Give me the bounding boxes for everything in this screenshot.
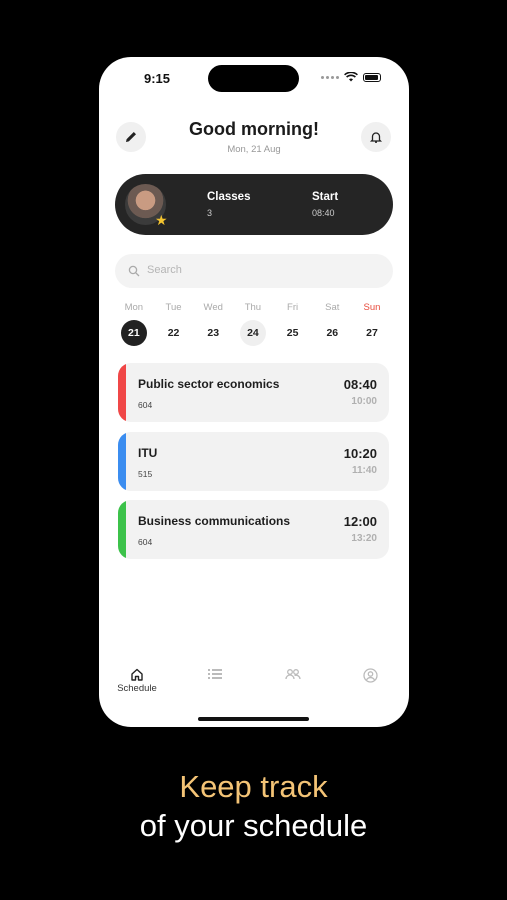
class-end-time: 13:20 xyxy=(351,533,377,544)
classes-count: 3 xyxy=(207,208,213,218)
day-name: Thu xyxy=(244,302,262,313)
day-name: Wed xyxy=(203,302,223,313)
day-number: 23 xyxy=(207,327,220,339)
day-number: 27 xyxy=(366,327,378,339)
people-icon xyxy=(285,669,301,680)
tab-schedule[interactable]: Schedule xyxy=(107,668,167,694)
notifications-button[interactable] xyxy=(361,122,391,152)
profile-icon xyxy=(362,668,378,683)
summary-card[interactable]: ★ Classes 3 Start 08:40 xyxy=(115,174,393,235)
class-title: ITU xyxy=(138,446,158,460)
day-number: 25 xyxy=(286,327,299,339)
class-room: 515 xyxy=(138,469,153,479)
home-indicator xyxy=(198,717,309,721)
day-number: 24 xyxy=(239,320,266,346)
class-color-bar xyxy=(118,363,126,422)
home-icon xyxy=(131,668,143,681)
class-card[interactable]: Public sector economics 604 08:40 10:00 xyxy=(118,363,389,422)
phone-screen: 9:15 Good morning! Mon, 21 Aug ★ Classes… xyxy=(99,57,409,727)
day-tue[interactable]: Tue 22 xyxy=(154,302,194,346)
class-end-time: 10:00 xyxy=(351,396,377,407)
bell-icon xyxy=(369,132,383,143)
class-start-time: 10:20 xyxy=(343,446,377,461)
class-title: Business communications xyxy=(138,514,291,528)
tab-list[interactable] xyxy=(185,668,245,680)
day-name: Mon xyxy=(124,302,144,313)
class-color-bar xyxy=(118,500,126,559)
status-icons xyxy=(321,72,381,82)
day-name: Sun xyxy=(363,302,381,313)
week-strip: Mon 21 Tue 22 Wed 23 Thu 24 Fri 25 Sat 26 Sun 2… xyxy=(114,302,402,346)
day-mon[interactable]: Mon 21 xyxy=(114,302,154,346)
day-wed[interactable]: Wed 23 xyxy=(193,302,233,346)
day-name: Sat xyxy=(325,302,340,313)
day-name: Fri xyxy=(287,302,299,313)
list-icon xyxy=(208,669,222,679)
day-number: 21 xyxy=(120,320,147,346)
class-card[interactable]: ITU 515 10:20 11:40 xyxy=(118,432,389,491)
current-date: Mon, 21 Aug xyxy=(227,144,281,155)
tab-people[interactable] xyxy=(263,668,323,680)
class-start-time: 12:00 xyxy=(343,514,377,529)
class-color-bar xyxy=(118,432,126,491)
day-thu[interactable]: Thu 24 xyxy=(233,302,273,346)
search-icon xyxy=(128,265,140,277)
signal-icon xyxy=(321,75,339,79)
day-sat[interactable]: Sat 26 xyxy=(312,302,352,346)
search-input[interactable]: Search xyxy=(115,254,393,288)
star-icon: ★ xyxy=(155,212,168,228)
class-start-time: 08:40 xyxy=(343,377,377,392)
class-card[interactable]: Business communications 604 12:00 13:20 xyxy=(118,500,389,559)
tab-schedule-label: Schedule xyxy=(117,683,157,694)
battery-icon xyxy=(363,72,381,82)
promo-headline: Keep track xyxy=(179,769,328,804)
search-placeholder: Search xyxy=(147,264,182,276)
class-room: 604 xyxy=(138,400,153,410)
classes-label: Classes xyxy=(207,191,251,203)
day-name: Tue xyxy=(165,302,182,313)
tab-bar: Schedule xyxy=(99,668,409,698)
wifi-icon xyxy=(344,72,358,82)
day-number: 22 xyxy=(167,327,180,339)
day-sun[interactable]: Sun 27 xyxy=(352,302,392,346)
class-end-time: 11:40 xyxy=(351,465,377,476)
promo-subheadline: of your schedule xyxy=(139,808,368,843)
class-room: 604 xyxy=(138,537,153,547)
day-number: 26 xyxy=(326,327,339,339)
start-time: 08:40 xyxy=(312,208,335,218)
dynamic-island xyxy=(208,65,299,92)
start-label: Start xyxy=(312,191,339,203)
status-time: 9:15 xyxy=(144,71,171,86)
tab-profile[interactable] xyxy=(340,668,400,683)
class-title: Public sector economics xyxy=(138,377,280,391)
day-fri[interactable]: Fri 25 xyxy=(273,302,313,346)
